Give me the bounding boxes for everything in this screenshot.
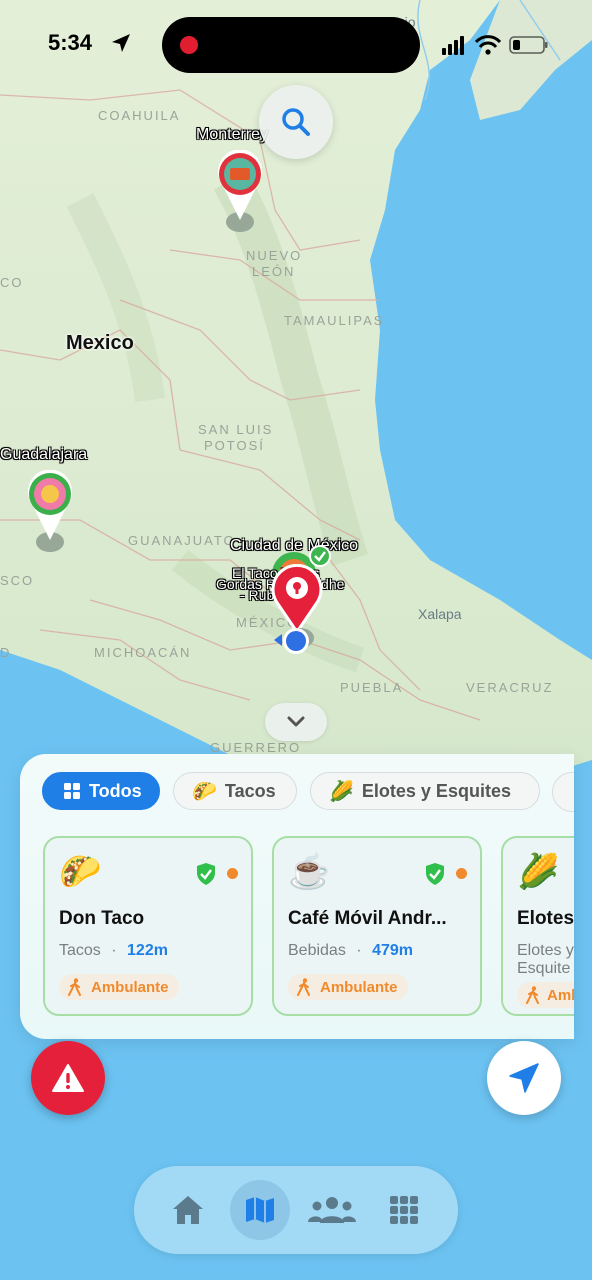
vendor-card-don-taco[interactable]: 🌮 Don Taco Tacos · 122m Ambulante — [43, 836, 253, 1016]
walking-person-icon — [526, 986, 539, 1004]
ambulante-badge: Amb — [517, 982, 574, 1008]
map-label-veracruz: VERACRUZ — [466, 680, 554, 695]
filter-chip-more[interactable] — [552, 772, 574, 812]
filter-chip-elotes[interactable]: 🌽 Elotes y Esquites — [310, 772, 540, 810]
tab-bar — [134, 1166, 458, 1254]
vendor-category-line2: Esquite — [517, 960, 571, 977]
users-icon — [308, 1197, 356, 1223]
vendor-distance: 479m — [372, 942, 413, 959]
status-dot — [227, 868, 238, 879]
pin-label-monterrey: Monterrey — [196, 126, 269, 143]
map-label-san-luis: SAN LUIS — [198, 422, 274, 437]
badge-label: Ambulante — [91, 978, 169, 996]
alert-triangle-icon — [52, 1064, 84, 1092]
filter-chip-tacos[interactable]: 🌮 Tacos — [173, 772, 297, 810]
map-label-guanajuato: GUANAJUATO — [128, 533, 236, 548]
badge-label: Amb — [547, 986, 574, 1004]
vendor-category: Elotes y — [517, 942, 574, 959]
grid-icon — [390, 1196, 418, 1224]
home-icon — [173, 1196, 203, 1224]
grid-icon — [64, 783, 80, 799]
location-services-icon — [112, 34, 130, 52]
wifi-icon — [474, 35, 502, 55]
map-icon — [246, 1197, 274, 1223]
filter-chip-label: Elotes y Esquites — [361, 780, 511, 801]
vendor-pin-monterrey[interactable] — [216, 150, 264, 236]
map-label-edge-d: D — [0, 645, 12, 660]
alert-button[interactable] — [31, 1041, 105, 1115]
tab-more[interactable] — [374, 1180, 434, 1240]
recording-indicator-icon — [180, 36, 198, 54]
vendor-meta: Bebidas · 479m — [288, 942, 413, 960]
chevron-down-icon — [287, 716, 305, 727]
coffee-icon: ☕ — [288, 853, 331, 891]
vendor-category: Bebidas — [288, 942, 346, 959]
map-label-jalisco-partial: SCO — [0, 573, 35, 588]
filter-chip-label: Todos — [89, 780, 142, 801]
map-label-coahuila: COAHUILA — [98, 108, 181, 123]
vendor-panel: Todos 🌮 Tacos 🌽 Elotes y Esquites 🌮 Don … — [20, 754, 574, 1039]
vendor-meta: Tacos · 122m — [59, 942, 168, 960]
vendor-pin-guadalajara[interactable] — [26, 470, 74, 556]
user-location-dot — [274, 628, 314, 654]
map-label-nuevo-leon-2: LEÓN — [252, 264, 296, 279]
map-label-nuevo-leon: NUEVO — [246, 248, 303, 263]
tab-home[interactable] — [158, 1180, 218, 1240]
corn-icon: 🌽 — [329, 780, 354, 803]
vendor-card-cafe-movil[interactable]: ☕ Café Móvil Andr... Bebidas · 479m Ambu… — [272, 836, 482, 1016]
walking-person-icon — [297, 978, 310, 996]
verified-shield-icon — [197, 863, 215, 885]
vendor-category: Tacos — [59, 942, 101, 959]
map-label-michoacan: MICHOACÁN — [94, 645, 192, 660]
taco-icon: 🌮 — [192, 780, 217, 803]
badge-label: Ambulante — [320, 978, 398, 996]
map-label-potosi: POTOSÍ — [204, 438, 265, 453]
filter-chip-label: Tacos — [224, 780, 276, 801]
map-label-country: Mexico — [66, 332, 134, 354]
vendor-name: Café Móvil Andr... — [288, 908, 447, 929]
vendor-name: Don Taco — [59, 908, 145, 929]
pin-label-guadalajara: Guadalajara — [0, 446, 88, 463]
status-icons — [442, 35, 548, 55]
recenter-location-button[interactable] — [487, 1041, 561, 1115]
status-dot — [456, 868, 467, 879]
corn-icon: 🌽 — [517, 853, 560, 891]
collapse-panel-button[interactable] — [265, 703, 327, 741]
meta-separator: · — [111, 942, 117, 959]
vendor-name: Elotes — [517, 908, 574, 929]
search-button[interactable] — [259, 85, 333, 159]
vendor-distance: 122m — [127, 942, 168, 959]
search-icon — [282, 108, 310, 136]
battery-icon — [509, 36, 548, 54]
map-label-edge-co: CO — [0, 275, 24, 290]
map-label-puebla: PUEBLA — [340, 680, 404, 695]
vendor-card-elotes[interactable]: 🌽 Elotes Elotes y Esquite Amb — [501, 836, 574, 1016]
ambulante-badge: Ambulante — [59, 974, 179, 1000]
filter-chip-todos[interactable]: Todos — [42, 772, 160, 810]
map-label-guerrero: GUERRERO — [210, 740, 302, 755]
verified-shield-icon — [426, 863, 444, 885]
meta-separator: · — [356, 942, 362, 959]
ambulante-badge: Ambulante — [288, 974, 408, 1000]
cellular-signal-icon — [442, 36, 464, 55]
dynamic-island — [162, 17, 420, 73]
navigation-arrow-icon — [509, 1063, 539, 1093]
map-label-xalapa: Xalapa — [418, 606, 462, 622]
status-time: 5:34 — [48, 30, 93, 55]
tab-community[interactable] — [302, 1180, 362, 1240]
vendor-meta: Elotes y Esquite — [517, 942, 574, 978]
taco-icon: 🌮 — [59, 853, 102, 891]
tab-map[interactable] — [230, 1180, 290, 1240]
map-label-tamaulipas: TAMAULIPAS — [284, 313, 385, 328]
walking-person-icon — [68, 978, 81, 996]
